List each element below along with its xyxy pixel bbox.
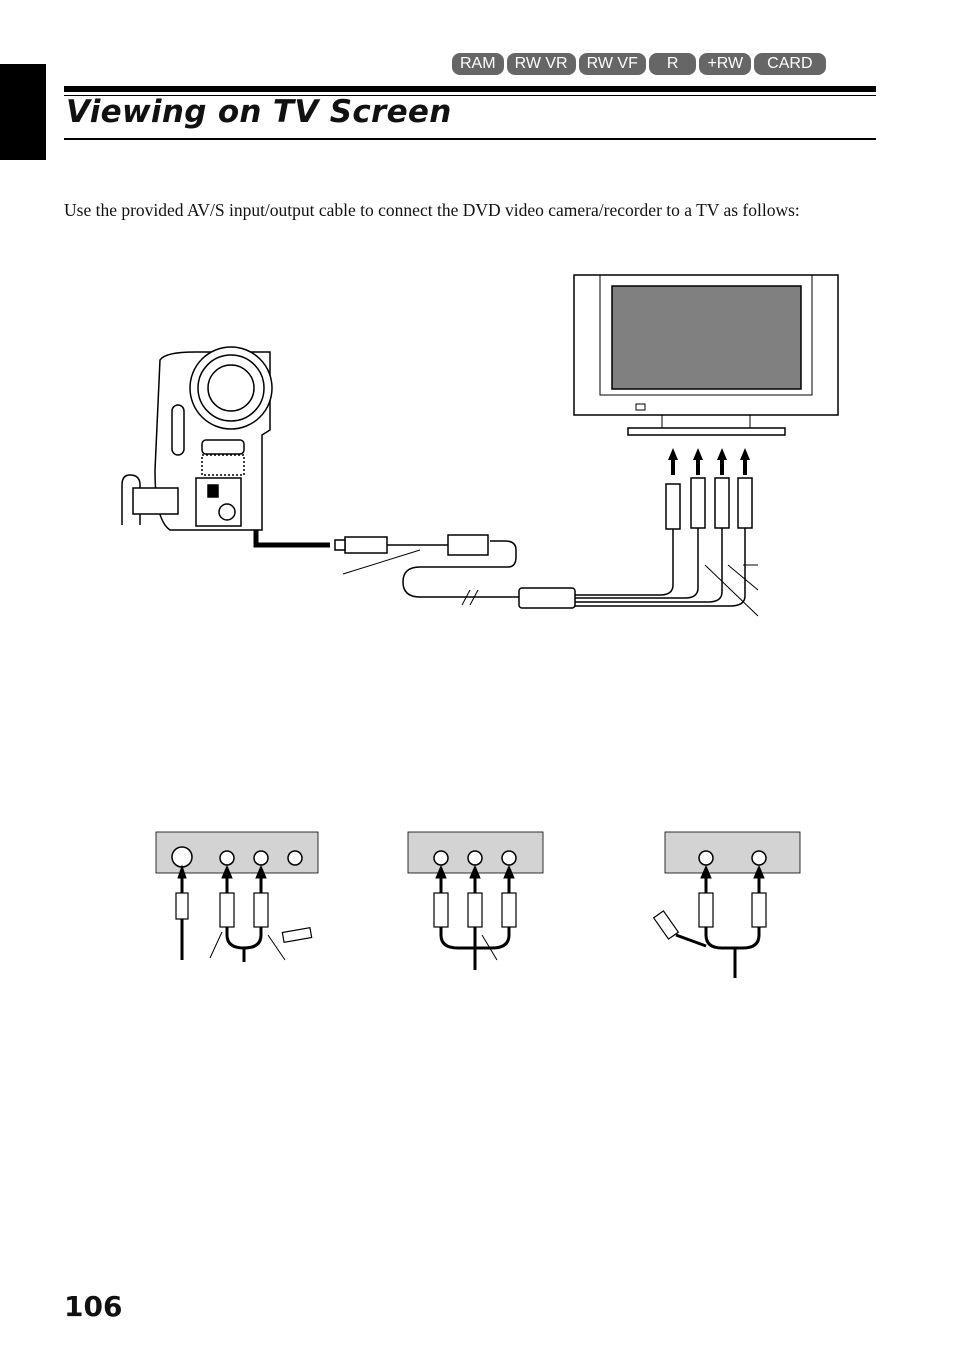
connection-diagram — [121, 274, 839, 978]
camcorder-icon — [121, 346, 273, 531]
page-number: 106 — [64, 1290, 123, 1323]
rca-plug-icons — [575, 477, 753, 607]
tv-input-panel-2 — [407, 831, 544, 970]
tv-input-panel-1 — [155, 831, 319, 962]
tv-input-panel-3 — [652, 831, 801, 978]
tv-icon — [573, 274, 839, 436]
av-s-cable-icon — [334, 534, 759, 617]
arrow-up-icons — [668, 448, 750, 475]
